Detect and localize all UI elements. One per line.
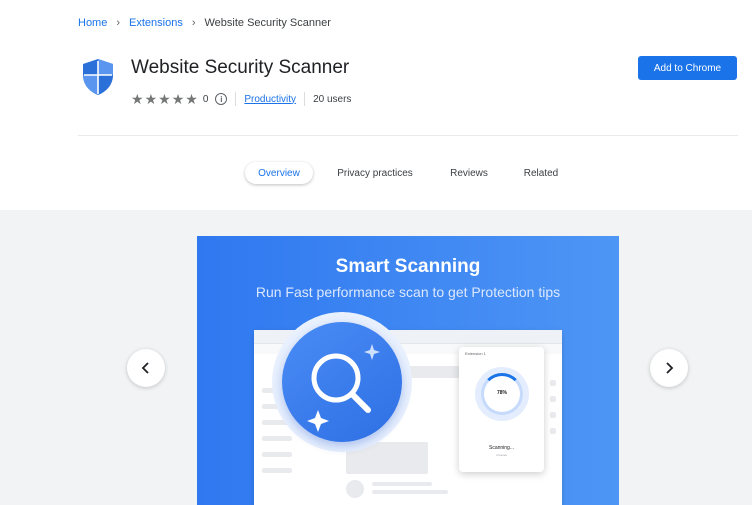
users-count: 20 users: [313, 93, 352, 105]
info-icon[interactable]: i: [215, 93, 228, 105]
star-icon: ★: [171, 91, 185, 107]
popup-header: Extension 1: [465, 351, 486, 356]
divider: [304, 92, 306, 106]
mock-dot: [550, 396, 556, 402]
magnifier-circle: [282, 322, 402, 442]
shield-icon: [83, 59, 113, 95]
chevron-right-icon: ›: [116, 17, 121, 29]
chevron-left-icon[interactable]: [127, 349, 165, 387]
tab-reviews[interactable]: Reviews: [445, 162, 493, 184]
scanning-sublabel: 4 issues: [495, 453, 507, 457]
rating-count: 0: [202, 93, 209, 105]
chevron-right-icon[interactable]: [650, 349, 688, 387]
divider: [235, 92, 237, 106]
chevron-right-icon: ›: [191, 17, 196, 29]
mock-dot: [550, 412, 556, 418]
breadcrumb-home-link[interactable]: Home: [78, 17, 107, 29]
star-icon: ★: [185, 91, 198, 107]
mock-line: [372, 482, 432, 486]
gallery-slide: Smart Scanning Run Fast performance scan…: [197, 236, 619, 505]
breadcrumb-extensions-link[interactable]: Extensions: [129, 17, 183, 29]
progress-value: 78%: [496, 390, 507, 396]
header-divider: [78, 135, 738, 136]
breadcrumb-current: Website Security Scanner: [204, 17, 331, 29]
extension-popup-mockup: Extension 1 78% Scanning... 4 issues: [459, 347, 544, 472]
star-icon: ★: [131, 91, 144, 107]
magnifier-badge: [272, 312, 412, 452]
slide-title: Smart Scanning: [335, 256, 481, 277]
mock-line: [262, 452, 292, 457]
scanning-label: Scanning...: [488, 445, 515, 451]
tab-privacy-practices[interactable]: Privacy practices: [333, 162, 417, 184]
tab-overview[interactable]: Overview: [245, 162, 313, 184]
star-icon: ★: [144, 91, 158, 107]
tab-related[interactable]: Related: [518, 162, 564, 184]
mock-dot: [550, 428, 556, 434]
breadcrumb: Home › Extensions › Website Security Sca…: [78, 17, 331, 29]
mock-dot: [550, 380, 556, 386]
add-to-chrome-button[interactable]: Add to Chrome: [638, 56, 737, 80]
mock-avatar: [346, 480, 364, 498]
tab-bar: Overview Privacy practices Reviews Relat…: [0, 162, 752, 184]
slide-subtitle: Run Fast performance scan to get Protect…: [255, 284, 561, 300]
mock-line: [262, 468, 292, 473]
category-link[interactable]: Productivity: [244, 94, 296, 105]
extension-meta: ★ ★ ★ ★ ★ 0 i Productivity 20 users: [131, 92, 351, 106]
rating-stars: ★ ★ ★ ★ ★: [131, 92, 198, 106]
extension-title: Website Security Scanner: [131, 57, 350, 78]
magnifier-icon: [307, 344, 380, 432]
star-icon: ★: [158, 91, 171, 107]
mock-line: [372, 490, 448, 494]
